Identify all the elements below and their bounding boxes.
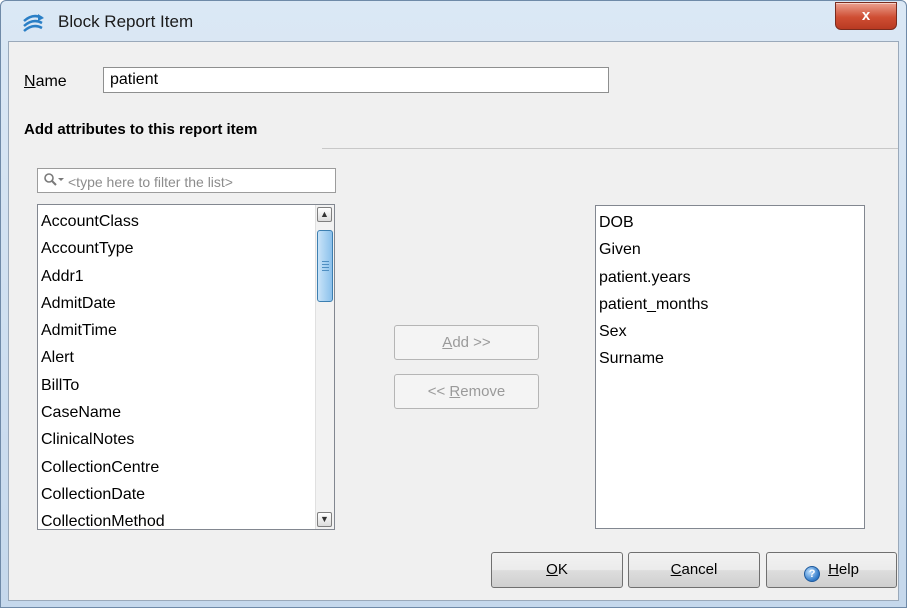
cancel-button[interactable]: Cancel <box>628 552 760 588</box>
close-button[interactable]: x <box>835 2 897 30</box>
selected-list-item[interactable]: patient.years <box>596 264 856 291</box>
help-button[interactable]: ? Help <box>766 552 897 588</box>
title-bar[interactable]: Block Report Item x <box>1 1 906 41</box>
available-list-item[interactable]: ClinicalNotes <box>38 426 314 453</box>
section-divider <box>322 148 898 149</box>
filter-input[interactable] <box>66 171 336 192</box>
name-input[interactable] <box>103 67 609 93</box>
remove-button[interactable]: << Remove <box>394 374 539 409</box>
vertical-scrollbar[interactable]: ▲ ▼ <box>315 205 334 529</box>
available-list-item[interactable]: AdmitTime <box>38 317 314 344</box>
selected-attributes-list[interactable]: DOB Given patient.years patient_months S… <box>595 205 865 529</box>
selected-list-item[interactable]: patient_months <box>596 291 856 318</box>
available-list-item[interactable]: Alert <box>38 344 314 371</box>
available-list-item[interactable]: Addr1 <box>38 263 314 290</box>
available-list-item[interactable]: AccountType <box>38 235 314 262</box>
selected-list-item[interactable]: Surname <box>596 345 856 372</box>
search-icon[interactable] <box>43 172 65 190</box>
grip-icon <box>322 261 329 271</box>
help-icon: ? <box>804 566 821 582</box>
ok-button[interactable]: OK <box>491 552 623 588</box>
window-title: Block Report Item <box>58 12 194 31</box>
available-list-item[interactable]: CollectionCentre <box>38 454 314 481</box>
available-list-item[interactable]: CollectionDate <box>38 481 314 508</box>
available-attributes-list[interactable]: AccountClass AccountType Addr1 AdmitDate… <box>37 204 335 530</box>
available-list-item[interactable]: AccountClass <box>38 208 314 235</box>
selected-list-item[interactable]: Given <box>596 236 856 263</box>
add-button[interactable]: Add >> <box>394 325 539 360</box>
available-list-item[interactable]: CaseName <box>38 399 314 426</box>
scroll-up-arrow-icon[interactable]: ▲ <box>317 207 332 222</box>
scrollbar-thumb[interactable] <box>317 230 333 302</box>
name-label: Name <box>24 73 67 90</box>
available-list-item[interactable]: CollectionMethod <box>38 508 314 529</box>
app-icon <box>21 12 45 34</box>
selected-list-item[interactable]: DOB <box>596 209 856 236</box>
filter-box[interactable] <box>37 168 336 193</box>
available-list-item[interactable]: BillTo <box>38 372 314 399</box>
selected-list-item[interactable]: Sex <box>596 318 856 345</box>
available-list-item[interactable]: AdmitDate <box>38 290 314 317</box>
section-heading: Add attributes to this report item <box>24 121 258 138</box>
close-icon: x <box>861 7 871 24</box>
scroll-down-arrow-icon[interactable]: ▼ <box>317 512 332 527</box>
